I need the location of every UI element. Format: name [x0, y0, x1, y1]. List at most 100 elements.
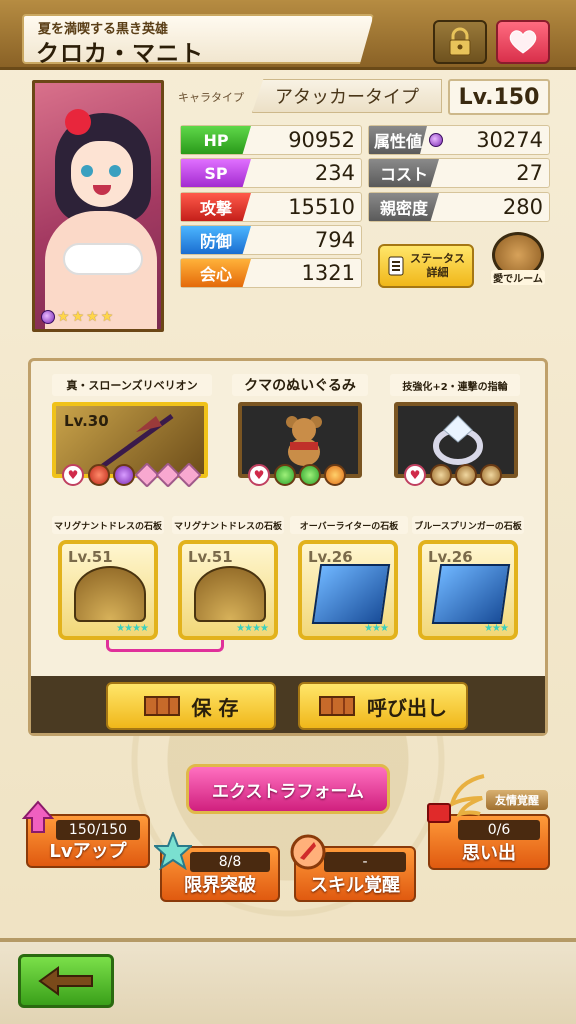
tablet-stone-icon — [431, 564, 511, 624]
skill-icon — [324, 464, 346, 486]
stat-attack: 攻撃 15510 — [180, 192, 362, 222]
stone-slot[interactable]: Lv.26 ★★★ — [298, 540, 398, 640]
stone-stars: ★★★ — [484, 623, 509, 634]
arrow-up-icon — [22, 800, 54, 833]
limit-break-label: 限界突破 — [184, 875, 256, 896]
ring-heart-icon: ♥ — [404, 464, 426, 486]
set-bonus-bracket — [106, 640, 224, 652]
stone-slot[interactable]: Lv.51 ★★★★ — [178, 540, 278, 640]
save-button[interactable]: 保 存 — [106, 682, 276, 730]
lock-icon — [449, 27, 471, 56]
status-detail-line1: ステータス — [410, 252, 465, 265]
heart-icon — [509, 30, 537, 54]
fan-stone-icon — [194, 566, 266, 622]
stat-cost: コスト 27 — [368, 158, 550, 188]
stone-stars: ★★★★ — [116, 623, 149, 634]
ring-skill-icons — [430, 464, 502, 486]
stat-critical: 会心 1321 — [180, 258, 362, 288]
portrait-face — [71, 141, 133, 207]
limit-break-count: 8/8 — [190, 852, 270, 872]
portrait-flower — [65, 109, 91, 135]
stat-affinity: 親密度 280 — [368, 192, 550, 222]
accessory-slot[interactable]: ♥ — [238, 402, 362, 486]
attribute-gem-icon — [429, 133, 443, 147]
extra-form-button[interactable]: エクストラフォーム — [186, 764, 390, 814]
weapon-icon — [98, 413, 174, 471]
skill-awaken-label: スキル覚醒 — [310, 875, 400, 896]
fan-stone-icon — [74, 566, 146, 622]
portrait-eye — [81, 165, 93, 177]
stat-sp: SP 234 — [180, 158, 362, 188]
star-icon: ★ — [86, 309, 99, 325]
load-button[interactable]: 呼び出し — [298, 682, 468, 730]
stat-label: 会心 — [181, 259, 251, 287]
stat-defense: 防御 794 — [180, 225, 362, 255]
stat-value: 794 — [314, 228, 355, 252]
skill-icon — [299, 464, 321, 486]
save-brick-icon — [143, 696, 180, 716]
stone-slot[interactable]: Lv.51 ★★★★ — [58, 540, 158, 640]
weapon-skill-icons — [88, 462, 202, 488]
stat-value: 280 — [502, 195, 543, 219]
stat-label: 防御 — [181, 226, 251, 254]
tablet-stone-icon — [311, 564, 391, 624]
stone-name: マリグナントドレスの石板 — [172, 516, 284, 534]
load-button-label: 呼び出し — [367, 695, 447, 720]
weapon-slot[interactable]: Lv.30 ♥ — [52, 402, 208, 488]
stat-label: SP — [181, 159, 251, 187]
stat-value: 234 — [314, 161, 355, 185]
character-name: クロカ・マニト — [36, 41, 204, 67]
stat-label: 親密度 — [369, 193, 439, 221]
rarity-stars: ★ ★ ★ ★ — [41, 309, 113, 325]
stone-level: Lv.51 — [188, 548, 233, 566]
stat-label: 属性値 — [369, 126, 427, 154]
back-button[interactable] — [18, 954, 114, 1008]
favorite-button[interactable] — [496, 20, 550, 64]
stat-label: コスト — [369, 159, 439, 187]
skill-icon — [274, 464, 296, 486]
stat-hp: HP 90952 — [180, 125, 362, 155]
stat-label: HP — [181, 126, 251, 154]
star-icon: ★ — [71, 309, 85, 325]
accessory-name: クマのぬいぐるみ — [232, 374, 368, 396]
stone-level: Lv.51 — [68, 548, 113, 566]
skill-orb-icon — [290, 834, 326, 870]
portrait-swimsuit — [63, 243, 143, 275]
stone-name: オーバーライターの石板 — [290, 516, 408, 534]
weapon-heart-icon: ♥ — [62, 464, 84, 486]
skill-icon — [88, 464, 110, 486]
stat-label: 攻撃 — [181, 193, 251, 221]
stone-stars: ★★★★ — [236, 623, 269, 634]
stat-value: 90952 — [288, 128, 355, 152]
weapon-name: 真・スローンズリベリオン — [52, 374, 212, 396]
teddy-bear-icon — [286, 416, 322, 466]
stat-attribute: 属性値 30274 — [368, 125, 550, 155]
status-detail-line2: 詳細 — [426, 266, 449, 279]
room-button[interactable]: 愛でルーム — [486, 232, 550, 292]
character-portrait[interactable]: ★ ★ ★ ★ — [32, 80, 164, 332]
ring-slot[interactable]: ♥ — [394, 402, 518, 486]
skill-awaken-count: - — [324, 852, 406, 872]
gem-icon — [176, 462, 202, 488]
stat-value: 27 — [516, 161, 543, 185]
lock-button[interactable] — [433, 20, 487, 64]
star-icon: ★ — [100, 309, 114, 325]
wing-icon — [427, 774, 485, 823]
element-gem-icon — [41, 310, 55, 324]
stat-value: 1321 — [301, 261, 355, 285]
skill-icon — [455, 464, 477, 486]
load-brick-icon — [319, 696, 355, 716]
level-up-label: Lvアップ — [49, 841, 127, 862]
status-detail-button[interactable]: ステータス 詳細 — [378, 244, 474, 288]
accessory-heart-icon: ♥ — [248, 464, 270, 486]
arrow-left-icon — [38, 966, 93, 996]
stone-slot[interactable]: Lv.26 ★★★ — [418, 540, 518, 640]
list-icon — [388, 256, 404, 276]
ring-name: 技強化+2・連撃の指輪 — [390, 374, 520, 396]
star-burst-icon — [154, 832, 192, 870]
stone-name: ブルースプリンガーの石板 — [412, 516, 524, 534]
stone-name: マリグナントドレスの石板 — [52, 516, 164, 534]
character-level: Lv.150 — [448, 79, 550, 115]
character-type-value: アタッカータイプ — [252, 79, 442, 113]
stat-value: 15510 — [288, 195, 355, 219]
